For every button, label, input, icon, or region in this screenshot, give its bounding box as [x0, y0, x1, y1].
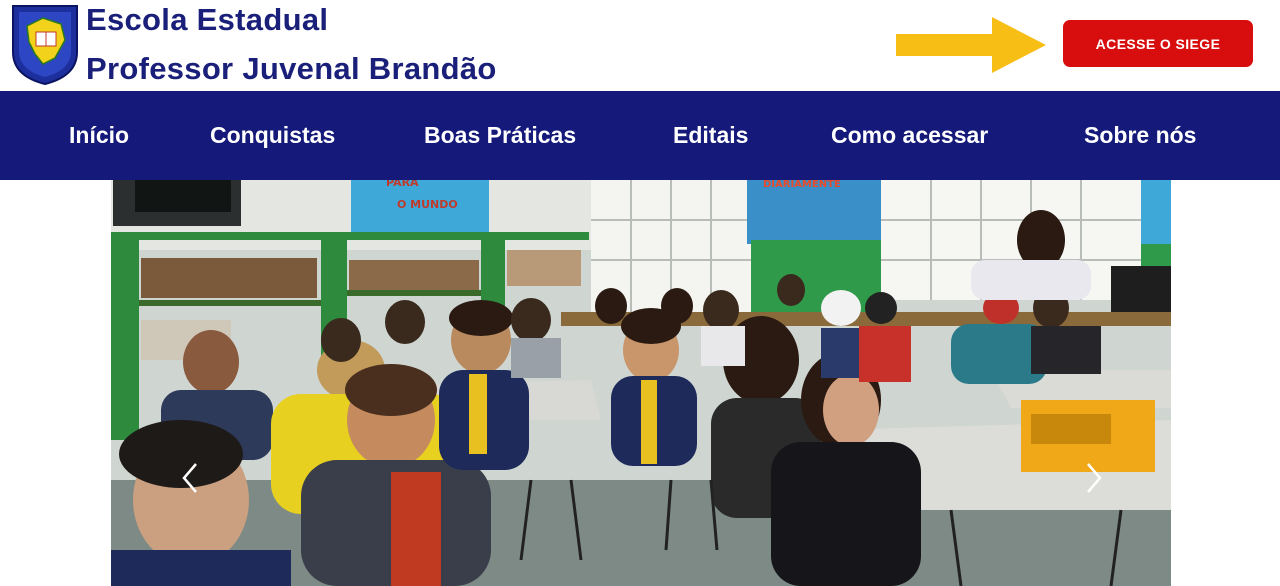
banner-left-top-text: PARA [386, 180, 419, 189]
school-title[interactable]: Escola Estadual Professor Juvenal Brandã… [86, 2, 497, 87]
banner-left-text: O MUNDO [397, 198, 458, 211]
chevron-left-icon[interactable] [176, 458, 206, 498]
site-header: Escola Estadual Professor Juvenal Brandã… [0, 0, 1280, 91]
access-siege-button[interactable]: ACESSE O SIEGE [1063, 20, 1253, 67]
nav-item-sobre-nos[interactable]: Sobre nós [1084, 91, 1196, 180]
banner-right-text: DIARIAMENTE [763, 180, 841, 190]
school-title-line1: Escola Estadual [86, 2, 329, 37]
school-title-line2: Professor Juvenal Brandão [86, 51, 497, 86]
nav-item-como-acessar[interactable]: Como acessar [831, 91, 988, 180]
nav-item-conquistas[interactable]: Conquistas [210, 91, 335, 180]
chevron-right-icon[interactable] [1078, 458, 1108, 498]
nav-item-editais[interactable]: Editais [673, 91, 748, 180]
arrow-right-icon [896, 17, 1046, 73]
nav-item-inicio[interactable]: Início [69, 91, 129, 180]
main-nav: Início Conquistas Boas Práticas Editais … [0, 91, 1280, 180]
hero-photo-classroom: PARA O MUNDO DIARIAMENTE [111, 180, 1171, 586]
nav-item-boas-praticas[interactable]: Boas Práticas [424, 91, 576, 180]
hero-carousel[interactable]: PARA O MUNDO DIARIAMENTE [111, 180, 1171, 586]
school-crest-icon[interactable] [9, 2, 81, 86]
